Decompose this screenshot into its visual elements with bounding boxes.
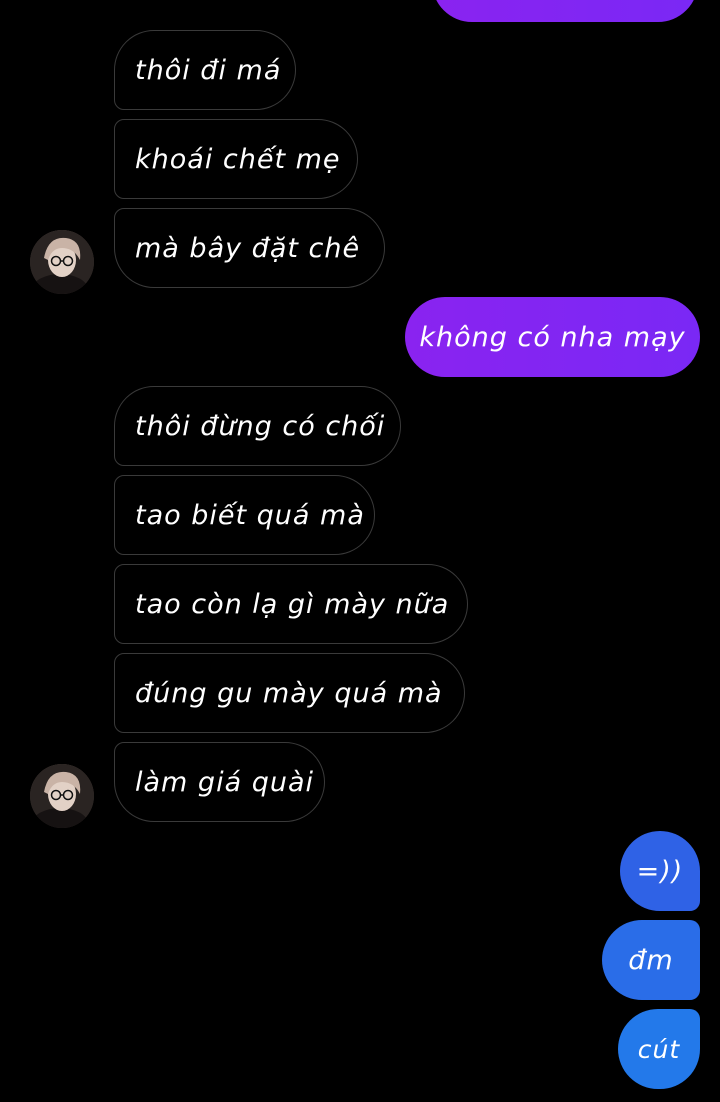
contact-avatar[interactable] [30,764,94,828]
avatar-image-icon [30,764,94,828]
contact-avatar[interactable] [30,230,94,294]
received-bubble[interactable]: tao còn lạ gì mày nữa [114,564,468,644]
avatar-image-icon [30,230,94,294]
sent-bubble[interactable]: =)) [620,831,700,911]
sent-bubble-cutoff[interactable] [432,0,698,22]
received-bubble[interactable]: đúng gu mày quá mà [114,653,465,733]
received-bubble[interactable]: mà bây đặt chê [114,208,385,288]
received-bubble[interactable]: làm giá quài [114,742,325,822]
received-bubble[interactable]: thôi đừng có chối [114,386,401,466]
received-bubble[interactable]: khoái chết mẹ [114,119,358,199]
sent-bubble[interactable]: không có nha mạy [405,297,700,377]
received-bubble[interactable]: thôi đi má [114,30,296,110]
received-bubble[interactable]: tao biết quá mà [114,475,375,555]
sent-bubble[interactable]: đm [602,920,700,1000]
sent-bubble[interactable]: cút [618,1009,700,1089]
